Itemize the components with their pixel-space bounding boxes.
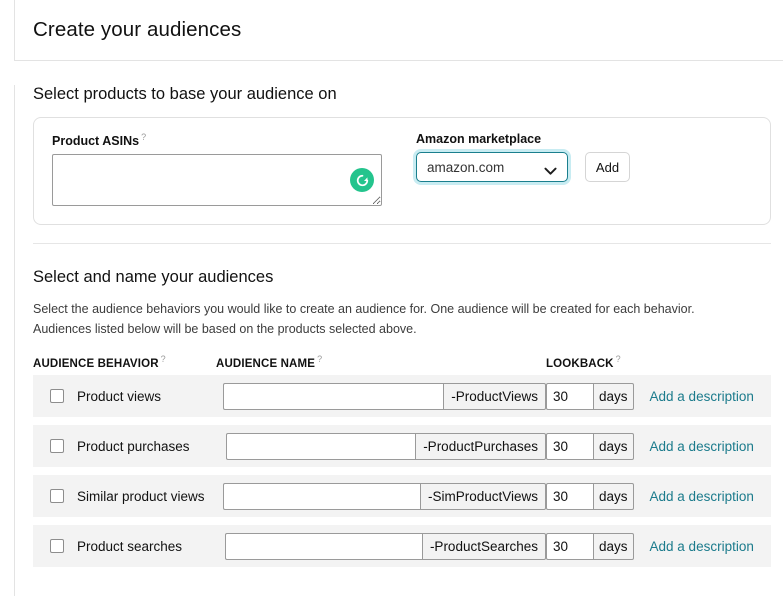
audience-name-suffix: -ProductViews <box>443 382 546 410</box>
name-help-icon[interactable]: ? <box>317 354 322 364</box>
column-header-behavior-text: AUDIENCE BEHAVIOR <box>33 357 159 370</box>
behavior-label: Product purchases <box>77 438 190 454</box>
asin-help-icon[interactable]: ? <box>141 132 146 142</box>
create-audiences-page: Create your audiences Select products to… <box>0 0 783 596</box>
audience-name-cell: -ProductSearches <box>216 532 546 560</box>
audience-name-input[interactable] <box>224 532 422 560</box>
audience-name-cell: -SimProductViews <box>216 482 546 510</box>
audience-name-cell: -ProductPurchases <box>216 432 546 460</box>
add-description-link[interactable]: Add a description <box>650 539 754 554</box>
column-header-name: AUDIENCE NAME? <box>216 354 546 370</box>
table-row: Similar product views-SimProductViewsday… <box>33 475 771 518</box>
audience-name-suffix: -SimProductViews <box>419 482 546 510</box>
asin-field-group: Product ASINs? <box>52 132 392 207</box>
table-row: Product views -ProductViews days Add a desc… <box>33 375 771 418</box>
product-selection-panel: Product ASINs? Amazon marketplace amazon… <box>33 117 771 226</box>
behavior-cell: Product searches <box>50 539 216 554</box>
behavior-label: Product views <box>77 388 162 404</box>
behavior-cell: Product purchases <box>50 439 216 454</box>
marketplace-field-group: Amazon marketplace amazon.com Add <box>416 132 630 182</box>
audiences-section-description: Select the audience behaviors you would … <box>33 302 695 336</box>
asin-label-text: Product ASINs <box>52 134 140 149</box>
marketplace-label: Amazon marketplace <box>416 132 542 146</box>
row-checkbox[interactable] <box>50 539 64 554</box>
table-row: Product searches -ProductSearches days Add … <box>33 525 771 568</box>
lookback-cell: days Add a description <box>546 432 754 460</box>
add-description-link[interactable]: Add a description <box>650 439 754 454</box>
section-divider <box>33 243 771 245</box>
row-checkbox[interactable] <box>50 489 64 504</box>
lookback-input[interactable] <box>546 532 593 560</box>
table-column-headers: AUDIENCE BEHAVIOR? AUDIENCE NAME? LOOKBA… <box>33 354 765 370</box>
behavior-label: Product searches <box>77 538 183 554</box>
audience-name-input[interactable] <box>225 432 416 460</box>
lookback-cell: days Add a description <box>546 382 754 410</box>
behavior-label: Similar product views <box>77 488 205 504</box>
audience-name-input[interactable] <box>223 382 444 410</box>
row-checkbox[interactable] <box>50 389 64 404</box>
page-header: Create your audiences <box>14 0 783 61</box>
audience-name-input[interactable] <box>222 482 420 510</box>
lookback-help-icon[interactable]: ? <box>616 354 621 364</box>
column-header-lookback: LOOKBACK? <box>546 354 646 370</box>
add-description-link[interactable]: Add a description <box>650 389 754 404</box>
lookback-input[interactable] <box>546 382 593 410</box>
lookback-input[interactable] <box>546 482 593 510</box>
products-section-heading: Select products to base your audience on <box>33 85 337 103</box>
lookback-unit: days <box>593 532 634 560</box>
add-button[interactable]: Add <box>585 152 630 182</box>
column-header-name-text: AUDIENCE NAME <box>216 357 316 370</box>
audience-rows: Product views -ProductViews days Add a desc… <box>33 375 771 568</box>
behavior-cell: Similar product views <box>50 489 216 504</box>
behavior-help-icon[interactable]: ? <box>161 354 166 364</box>
audience-name-cell: -ProductViews <box>216 382 546 410</box>
asin-label: Product ASINs? <box>52 132 392 148</box>
marketplace-select-wrap: amazon.com <box>416 152 568 182</box>
add-description-link[interactable]: Add a description <box>650 489 754 504</box>
lookback-input[interactable] <box>546 432 593 460</box>
page-body: Select products to base your audience on… <box>14 85 783 596</box>
asin-input-wrap <box>52 154 382 207</box>
behavior-cell: Product views <box>50 389 216 404</box>
audience-name-suffix: -ProductPurchases <box>415 432 546 460</box>
row-checkbox[interactable] <box>50 439 64 454</box>
lookback-unit: days <box>593 482 634 510</box>
marketplace-row: amazon.com Add <box>416 152 630 182</box>
column-header-behavior: AUDIENCE BEHAVIOR? <box>33 354 216 370</box>
audiences-section-heading: Select and name your audiences <box>33 268 274 287</box>
audience-name-suffix: -ProductSearches <box>421 532 546 560</box>
marketplace-select[interactable]: amazon.com <box>416 152 568 182</box>
table-row: Product purchases -ProductPurchases days Ad… <box>33 425 771 468</box>
lookback-cell: days Add a description <box>546 532 754 560</box>
column-header-lookback-text: LOOKBACK <box>546 357 614 370</box>
asin-textarea[interactable] <box>52 154 382 207</box>
lookback-unit: days <box>593 432 634 460</box>
lookback-cell: days Add a description <box>546 482 754 510</box>
page-title: Create your audiences <box>33 18 242 41</box>
lookback-unit: days <box>593 382 634 410</box>
